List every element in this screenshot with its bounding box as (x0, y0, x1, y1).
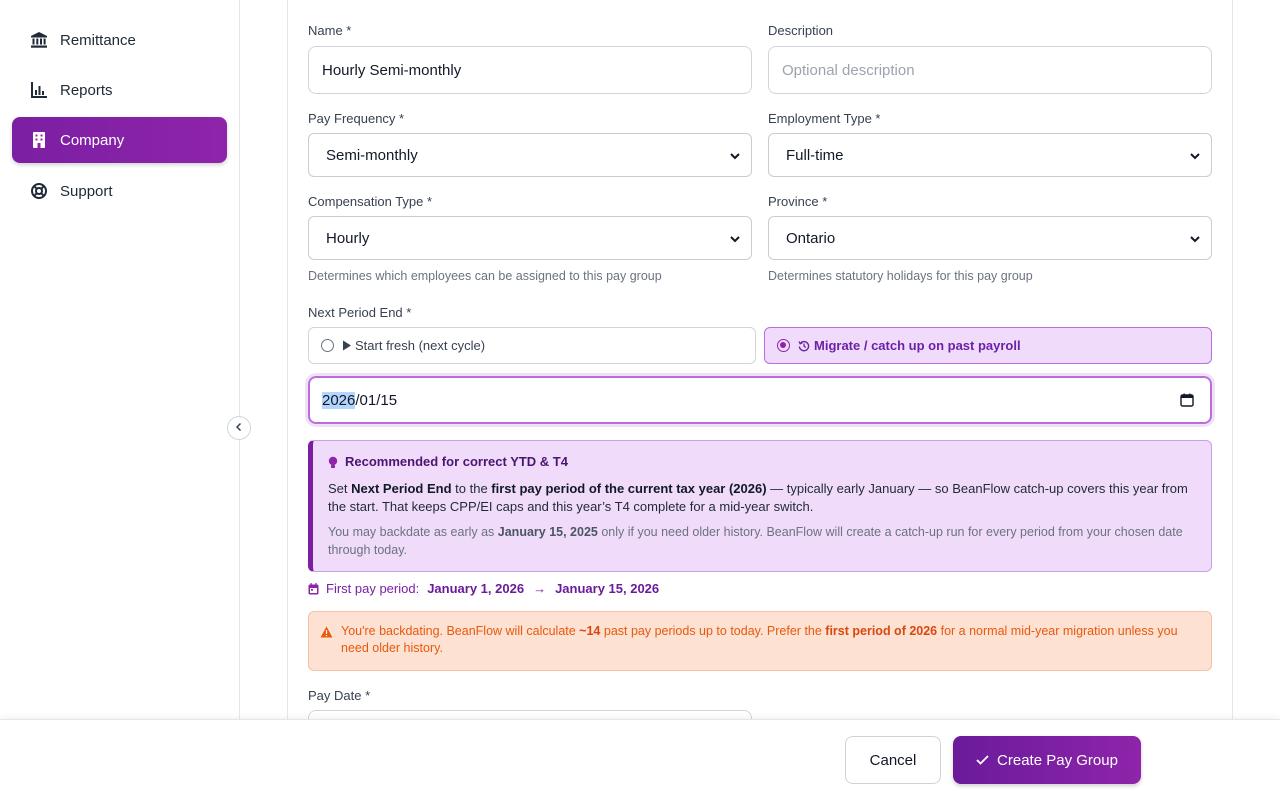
lightbulb-icon (328, 456, 338, 474)
cancel-button-label: Cancel (869, 751, 917, 769)
sidebar-item-label: Company (60, 131, 125, 149)
province-helper: Determines statutory holidays for this p… (768, 269, 1033, 283)
text-fragment-bold: first pay period of the current tax year… (491, 481, 767, 496)
text-fragment: past pay periods up to today. Prefer the (600, 624, 826, 638)
lifebuoy-icon (30, 182, 48, 200)
text-fragment: You're backdating. BeanFlow will calcula… (341, 624, 580, 638)
radio-button-selected[interactable] (777, 339, 790, 352)
text-fragment-bold: January 15, 2025 (497, 525, 598, 539)
province-value: Ontario (786, 229, 836, 247)
text-fragment-bold: first period of 2026 (825, 624, 938, 638)
compensation-helper: Determines which employees can be assign… (308, 269, 662, 283)
next-period-end-label: Next Period End * (308, 305, 412, 320)
compensation-type-value: Hourly (326, 229, 370, 247)
employment-type-select[interactable]: Full-time (768, 133, 1212, 177)
sidebar-item-support[interactable]: Support (12, 168, 227, 214)
sidebar-item-label: Support (60, 182, 113, 200)
migrate-option[interactable]: Migrate / catch up on past payroll (764, 327, 1212, 364)
compensation-type-select[interactable]: Hourly (308, 216, 752, 260)
first-pay-period-start: January 1, 2026 (427, 581, 525, 596)
sidebar-item-remittance[interactable]: Remittance (12, 17, 227, 63)
sidebar-item-company[interactable]: Company (12, 117, 227, 163)
bar-chart-icon (30, 81, 48, 99)
start-fresh-label: Start fresh (next cycle) (355, 338, 486, 353)
arrow-right-icon: → (533, 581, 547, 596)
calendar-icon (308, 582, 319, 595)
text-fragment: Set (328, 481, 352, 496)
text-fragment: to the (451, 481, 492, 496)
description-label: Description (768, 23, 834, 38)
pay-frequency-value: Semi-monthly (326, 146, 418, 164)
employment-type-value: Full-time (786, 146, 844, 164)
migrate-label: Migrate / catch up on past payroll (814, 338, 1021, 353)
warning-icon (320, 625, 333, 643)
collapse-sidebar-button[interactable] (227, 416, 251, 440)
text-fragment: You may backdate as early as (328, 525, 498, 539)
start-fresh-option[interactable]: Start fresh (next cycle) (308, 327, 756, 364)
recommendation-text: Set Next Period End to the first pay per… (328, 480, 1200, 516)
chevron-down-icon (729, 232, 741, 249)
backdating-warning-text: You're backdating. BeanFlow will calcula… (341, 623, 1201, 657)
name-label: Name * (308, 23, 352, 38)
create-pay-group-label: Create Pay Group (997, 751, 1118, 769)
next-period-end-date-input[interactable]: 2026/01/15 (308, 376, 1212, 424)
first-pay-period-end: January 15, 2026 (555, 581, 660, 596)
first-pay-period-label: First pay period: (326, 581, 420, 596)
recommendation-note: You may backdate as early as January 15,… (328, 523, 1200, 559)
sidebar-item-label: Remittance (60, 31, 136, 49)
name-input[interactable]: Hourly Semi-monthly (308, 46, 752, 94)
cancel-button[interactable]: Cancel (845, 736, 941, 784)
check-icon (976, 755, 989, 765)
date-year-segment[interactable]: 2026 (322, 391, 356, 409)
chevron-left-icon (234, 419, 244, 437)
pay-frequency-select[interactable]: Semi-monthly (308, 133, 752, 177)
description-input[interactable]: Optional description (768, 46, 1212, 94)
employment-type-label: Employment Type * (768, 111, 881, 126)
building-icon (30, 131, 48, 149)
chevron-down-icon (1189, 232, 1201, 249)
play-icon (342, 340, 352, 351)
recommendation-title: Recommended for correct YTD & T4 (345, 454, 568, 469)
chevron-down-icon (1189, 149, 1201, 166)
history-icon (798, 340, 810, 352)
pay-date-label: Pay Date * (308, 688, 371, 703)
first-pay-period: First pay period: January 1, 2026 → Janu… (308, 581, 659, 596)
text-fragment-bold: Next Period End (351, 481, 452, 496)
calendar-icon[interactable] (1180, 393, 1194, 411)
sidebar-item-label: Reports (60, 81, 113, 99)
text-fragment-bold: ~14 (579, 624, 601, 638)
compensation-type-label: Compensation Type * (308, 194, 433, 209)
pay-frequency-label: Pay Frequency * (308, 111, 405, 126)
create-pay-group-button[interactable]: Create Pay Group (953, 736, 1141, 784)
province-select[interactable]: Ontario (768, 216, 1212, 260)
bank-icon (30, 31, 48, 49)
radio-button[interactable] (321, 339, 334, 352)
chevron-down-icon (729, 149, 741, 166)
sidebar-item-reports[interactable]: Reports (12, 67, 227, 113)
date-rest-segment[interactable]: /01/15 (355, 392, 397, 409)
province-label: Province * (768, 194, 828, 209)
divider (239, 440, 240, 454)
